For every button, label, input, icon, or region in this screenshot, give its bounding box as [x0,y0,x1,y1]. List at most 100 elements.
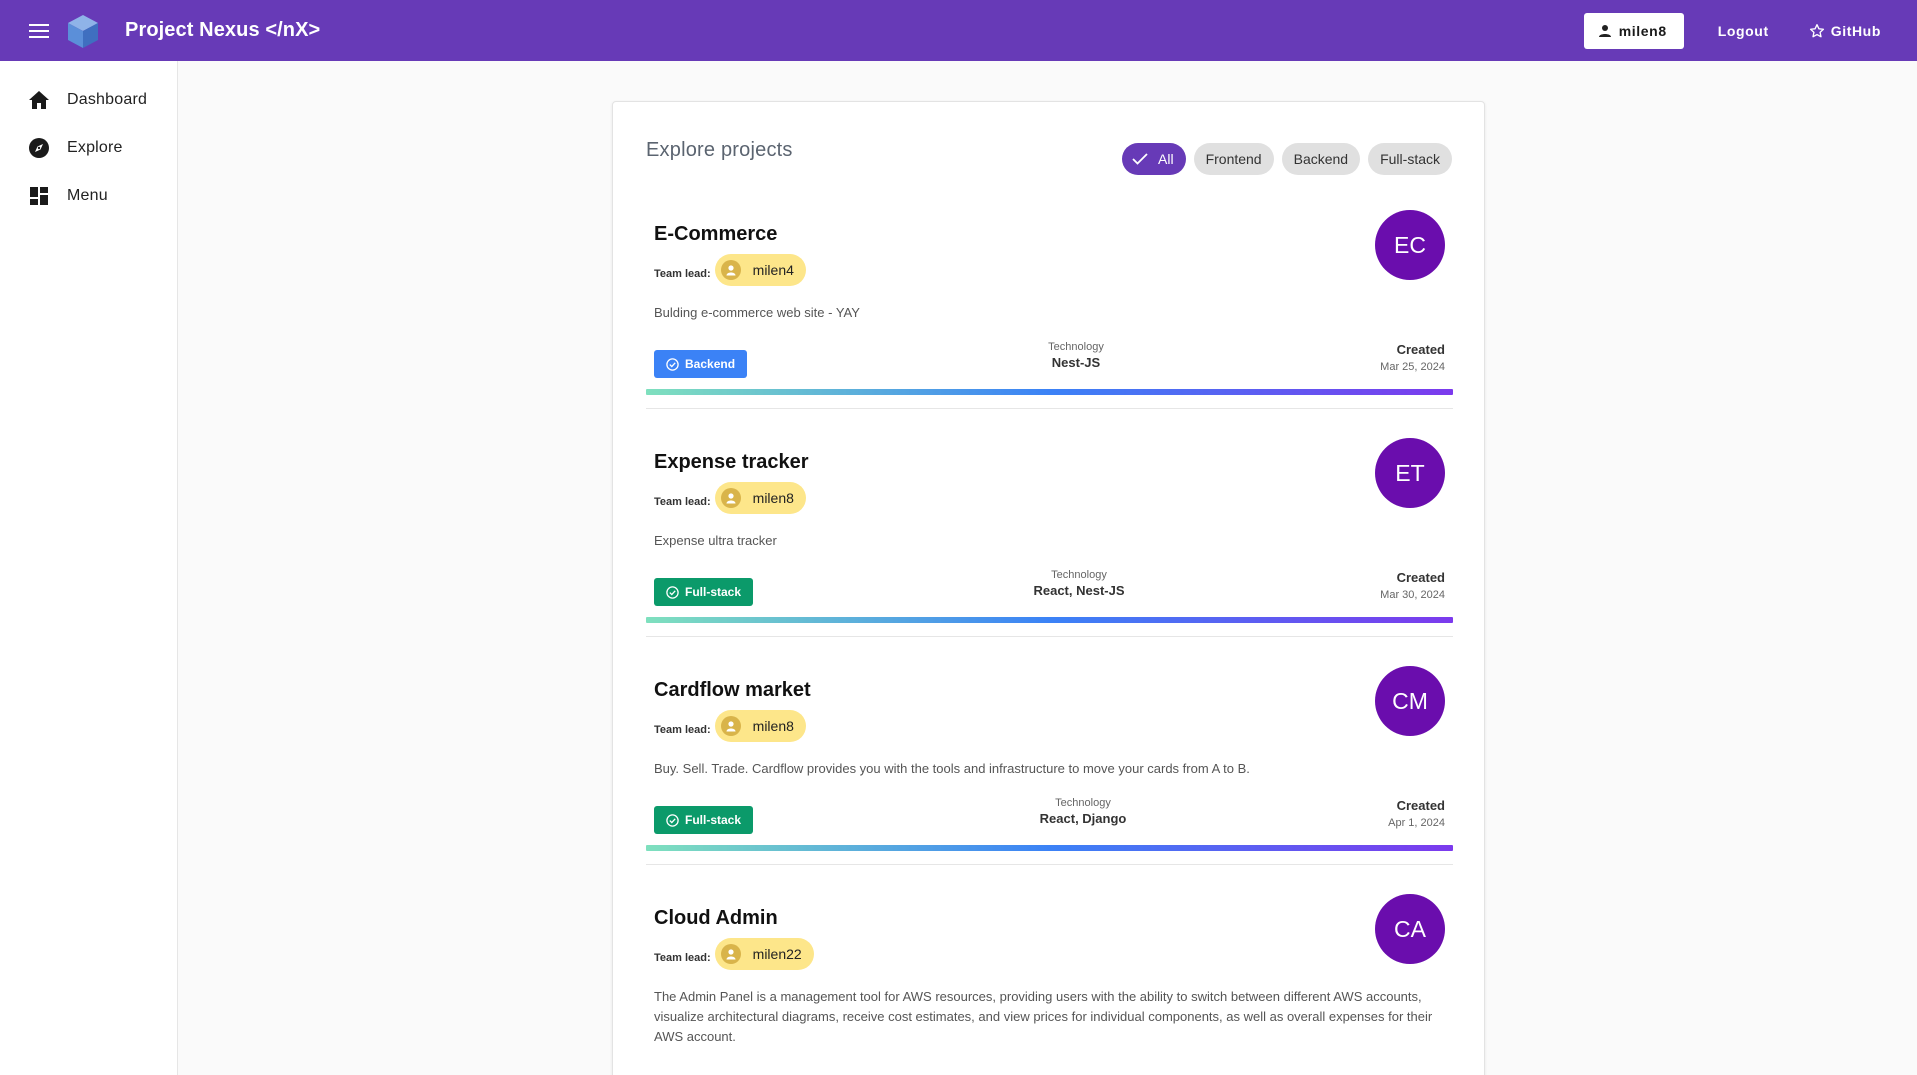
project-card[interactable]: Cardflow market Team lead: milen8 CM Buy… [646,666,1453,865]
project-description: Buy. Sell. Trade. Cardflow provides you … [654,761,1250,776]
check-circle-icon [666,357,679,371]
filter-chip-backend[interactable]: Backend [1281,143,1361,175]
filter-chips: All Frontend Backend Full-stack [1122,143,1452,175]
project-description: Expense ultra tracker [654,533,777,548]
divider [646,636,1453,637]
compass-icon [28,137,50,159]
technology-label: Technology [1055,797,1111,809]
project-avatar: CM [1375,666,1445,736]
project-avatar: EC [1375,210,1445,280]
check-circle-icon [666,585,679,599]
technology-block: Technology React, Nest-JS [999,569,1159,598]
project-card[interactable]: E-Commerce Team lead: milen4 EC Bulding … [646,210,1453,409]
cube-logo-icon[interactable] [64,12,102,50]
technology-block: Technology React, Django [1003,797,1163,826]
home-icon [28,89,50,111]
sidebar-item-explore[interactable]: Explore [0,124,177,172]
project-type-badge: Full-stack [654,578,754,606]
user-avatar-icon [720,944,741,964]
project-title[interactable]: Expense tracker [654,451,809,474]
menu-toggle-button[interactable] [19,11,59,51]
team-lead-name: milen8 [752,718,794,734]
project-title[interactable]: E-Commerce [654,223,777,246]
sidebar-item-dashboard[interactable]: Dashboard [0,76,177,124]
team-lead-chip[interactable]: milen4 [714,254,806,286]
team-lead-label: Team lead: [654,952,711,964]
created-block: Created Mar 25, 2024 [1380,342,1445,373]
app-bar: Project Nexus </nX> milen8 Logout GitHub [0,0,1917,61]
sidebar-item-label: Explore [67,139,123,156]
project-type-label: Full-stack [685,813,742,827]
logout-button[interactable]: Logout [1708,15,1779,47]
user-avatar-icon [720,260,741,280]
team-lead-row: Team lead: milen22 [654,938,814,970]
project-type-label: Backend [685,357,736,371]
team-lead-name: milen8 [752,490,794,506]
hamburger-icon [29,23,49,38]
team-lead-row: Team lead: milen8 [654,482,806,514]
filter-chip-all[interactable]: All [1122,143,1186,175]
created-block: Created Mar 30, 2024 [1380,570,1445,601]
project-type-label: Full-stack [685,585,742,599]
created-block: Created Apr 1, 2024 [1388,798,1445,829]
divider [646,864,1453,865]
project-description: Bulding e-commerce web site - YAY [654,305,860,320]
project-card[interactable]: Expense tracker Team lead: milen8 ET Exp… [646,438,1453,637]
sidebar-item-label: Menu [67,187,108,204]
team-lead-label: Team lead: [654,724,711,736]
technology-value: React, Django [1039,811,1127,826]
github-button[interactable]: GitHub [1801,15,1889,47]
team-lead-chip[interactable]: milen22 [714,938,814,970]
project-type-badge: Backend [654,350,748,378]
technology-block: Technology Nest-JS [1016,341,1136,370]
created-date: Mar 25, 2024 [1380,361,1445,373]
technology-label: Technology [1051,569,1107,581]
explore-panel: Explore projects All Frontend Backend Fu… [612,101,1485,1075]
project-title[interactable]: Cloud Admin [654,907,778,930]
star-outline-icon [1809,23,1824,37]
page-title: Explore projects [646,139,793,161]
project-gradient-bar [646,389,1453,395]
project-description: The Admin Panel is a management tool for… [654,989,1433,1044]
person-icon [1598,24,1611,37]
created-label: Created [1396,342,1445,357]
app-title[interactable]: Project Nexus </nX> [125,19,320,42]
user-name: milen8 [1618,22,1667,39]
filter-chip-label: All [1158,151,1174,167]
created-label: Created [1396,570,1445,585]
team-lead-chip[interactable]: milen8 [714,710,806,742]
filter-chip-full-stack[interactable]: Full-stack [1368,143,1452,175]
team-lead-row: Team lead: milen8 [654,710,806,742]
user-profile-button[interactable]: milen8 [1583,12,1684,49]
team-lead-name: milen4 [752,262,794,278]
created-date: Mar 30, 2024 [1380,589,1445,601]
project-gradient-bar [646,845,1453,851]
check-icon [1132,153,1148,165]
divider [646,408,1453,409]
project-avatar: ET [1375,438,1445,508]
project-avatar: CA [1375,894,1445,964]
created-date: Apr 1, 2024 [1388,817,1445,829]
team-lead-label: Team lead: [654,496,711,508]
project-title[interactable]: Cardflow market [654,679,811,702]
team-lead-chip[interactable]: milen8 [714,482,806,514]
user-avatar-icon [720,716,741,736]
technology-label: Technology [1048,341,1104,353]
sidebar-item-label: Dashboard [67,91,148,108]
technology-value: React, Nest-JS [1033,583,1125,598]
sidebar-item-menu[interactable]: Menu [0,172,177,220]
github-label: GitHub [1830,22,1881,39]
project-gradient-bar [646,617,1453,623]
team-lead-row: Team lead: milen4 [654,254,806,286]
technology-value: Nest-JS [1051,355,1101,370]
check-circle-icon [666,813,679,827]
project-type-badge: Full-stack [654,806,754,834]
team-lead-label: Team lead: [654,268,711,280]
sidebar: Dashboard Explore Menu [0,61,178,1075]
filter-chip-frontend[interactable]: Frontend [1193,143,1274,175]
team-lead-name: milen22 [752,946,802,962]
user-avatar-icon [720,488,741,508]
dashboard-grid-icon [28,185,50,207]
project-card[interactable]: Cloud Admin Team lead: milen22 CA The Ad… [646,894,1453,1057]
created-label: Created [1396,798,1445,813]
